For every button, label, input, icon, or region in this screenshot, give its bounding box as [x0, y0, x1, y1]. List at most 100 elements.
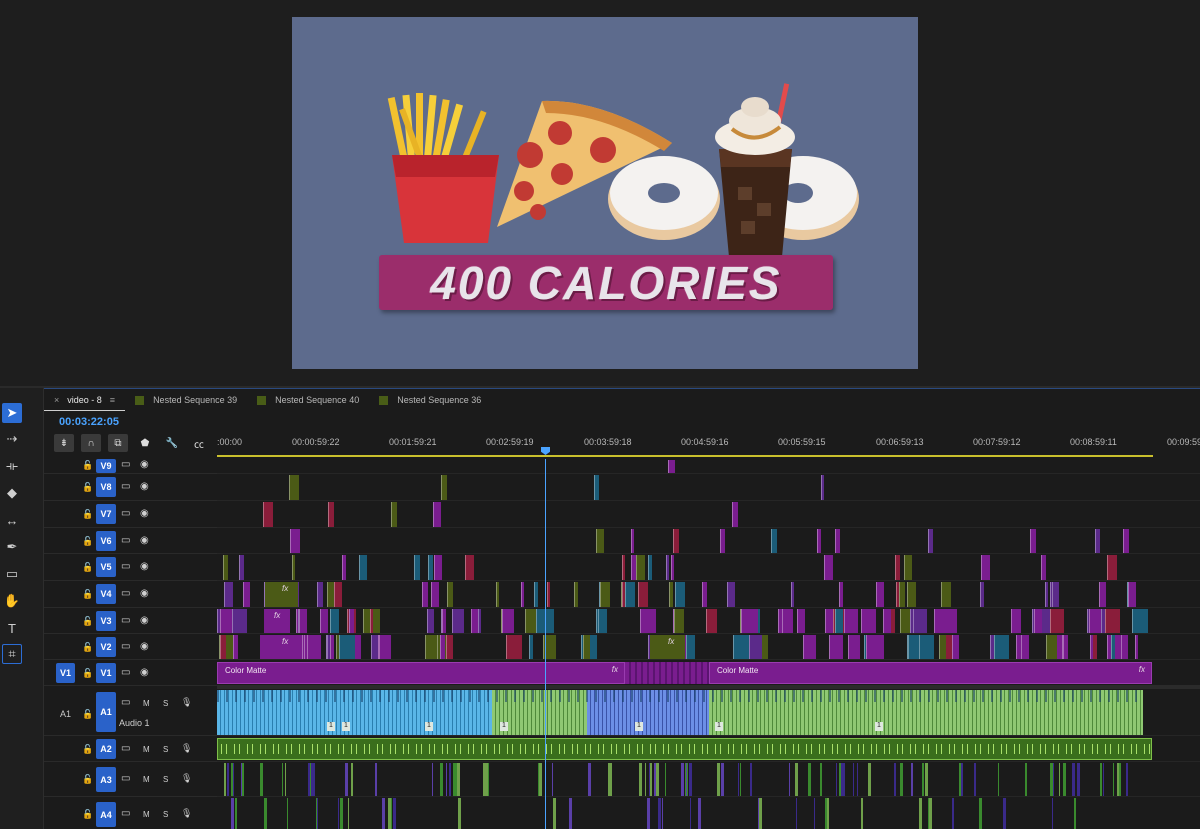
- clip-audio[interactable]: [814, 798, 815, 829]
- clip-audio[interactable]: [227, 763, 229, 796]
- clip-audio[interactable]: [645, 763, 646, 796]
- clip-audio[interactable]: [912, 763, 913, 796]
- clip-video[interactable]: [233, 635, 238, 659]
- clip-nested[interactable]: fx: [650, 635, 685, 659]
- clip-video[interactable]: [674, 609, 684, 633]
- clip-audio[interactable]: [432, 763, 433, 796]
- clip-audio[interactable]: [317, 798, 318, 829]
- clip-video[interactable]: [574, 582, 578, 607]
- clip-audio[interactable]: [894, 763, 896, 796]
- clip-audio[interactable]: [287, 798, 288, 829]
- clip-video[interactable]: [844, 609, 858, 633]
- clip-video[interactable]: [1021, 635, 1027, 659]
- clip-video[interactable]: [686, 635, 695, 659]
- clip-audio[interactable]: [974, 763, 976, 796]
- clip-audio[interactable]: [458, 798, 461, 829]
- track-target-a1[interactable]: A1: [96, 692, 116, 732]
- sync-lock-icon[interactable]: ▭: [121, 508, 130, 519]
- lock-icon[interactable]: 🔓: [82, 562, 93, 573]
- clip-video[interactable]: [895, 555, 900, 580]
- clip-video[interactable]: [1107, 555, 1117, 580]
- clip-video[interactable]: [981, 555, 990, 580]
- clip-video[interactable]: [391, 502, 397, 527]
- eye-icon[interactable]: ◉: [140, 667, 149, 678]
- clip-audio[interactable]: [1078, 763, 1079, 796]
- clip-audio[interactable]: [345, 763, 348, 796]
- clip-video[interactable]: [502, 609, 514, 633]
- sync-lock-icon[interactable]: ▭: [121, 615, 130, 626]
- sync-lock-icon[interactable]: ▭: [121, 588, 130, 599]
- clip-audio[interactable]: [1003, 798, 1006, 829]
- menu-icon[interactable]: ≡: [110, 395, 115, 405]
- tab-video-8[interactable]: × video - 8 ≡: [44, 389, 126, 411]
- clip-audio[interactable]: [998, 763, 999, 796]
- clip-audio[interactable]: [920, 798, 922, 829]
- clip-video[interactable]: [848, 635, 860, 659]
- add-marker-icon[interactable]: ⬟: [135, 434, 155, 452]
- clip-video[interactable]: [521, 582, 524, 607]
- clip-video[interactable]: [465, 555, 474, 580]
- lock-icon[interactable]: 🔓: [82, 668, 93, 679]
- clip-video[interactable]: [427, 609, 434, 633]
- clip-audio[interactable]: [264, 798, 267, 829]
- clip-video[interactable]: [1011, 609, 1021, 633]
- solo-button[interactable]: S: [163, 775, 168, 784]
- clip-audio[interactable]: [457, 763, 460, 796]
- clip-video[interactable]: [290, 529, 300, 553]
- clip-audio[interactable]: [698, 798, 701, 829]
- clip-audio[interactable]: [647, 798, 650, 829]
- clip-audio[interactable]: [868, 763, 871, 796]
- clip-video[interactable]: [1128, 582, 1136, 607]
- clip-video[interactable]: [339, 635, 355, 659]
- clip-video[interactable]: [220, 635, 226, 659]
- lock-icon[interactable]: 🔓: [82, 509, 93, 520]
- clip-video[interactable]: [359, 555, 367, 580]
- eye-icon[interactable]: ◉: [140, 481, 149, 492]
- clip-video[interactable]: [506, 635, 522, 659]
- clip-audio[interactable]: [1100, 763, 1102, 796]
- clip-audio[interactable]: [351, 763, 353, 796]
- clip-audio[interactable]: [639, 763, 642, 796]
- clip-audio[interactable]: [738, 763, 739, 796]
- clip-video[interactable]: [941, 582, 951, 607]
- clip-video[interactable]: [583, 635, 590, 659]
- clip-audio[interactable]: [483, 763, 485, 796]
- clip-video[interactable]: [1030, 529, 1036, 553]
- clip-audio[interactable]: [1074, 763, 1075, 796]
- mute-button[interactable]: M: [143, 745, 150, 754]
- eye-icon[interactable]: ◉: [140, 561, 149, 572]
- clip-audio[interactable]: [235, 798, 237, 829]
- clip-video[interactable]: [334, 582, 342, 607]
- clip-audio[interactable]: [689, 763, 692, 796]
- clip-video[interactable]: [835, 529, 840, 553]
- clip-video[interactable]: fx: [264, 609, 290, 633]
- clip-video[interactable]: [220, 609, 232, 633]
- clip-video[interactable]: [422, 582, 428, 607]
- clip-video[interactable]: [939, 635, 946, 659]
- clip-video[interactable]: [1052, 582, 1059, 607]
- clip-video[interactable]: [866, 635, 884, 659]
- clip-video[interactable]: [1095, 529, 1100, 553]
- clip-audio[interactable]: [375, 763, 377, 796]
- clip-video[interactable]: [928, 529, 933, 553]
- track-area[interactable]: Color Matte fx Color Matte fx fx fx fx f…: [217, 459, 1200, 829]
- clip-video[interactable]: [317, 582, 323, 607]
- clip-video[interactable]: [446, 635, 453, 659]
- clip-video[interactable]: [835, 609, 843, 633]
- clip-audio[interactable]: [836, 763, 837, 796]
- clip-audio[interactable]: [681, 763, 684, 796]
- clip-video[interactable]: [239, 555, 244, 580]
- clip-audio[interactable]: [340, 798, 343, 829]
- clip-audio[interactable]: [721, 763, 724, 796]
- clip-audio[interactable]: [1113, 763, 1114, 796]
- clip-audio[interactable]: [686, 763, 687, 796]
- clip-video[interactable]: [817, 529, 821, 553]
- source-patch-v1[interactable]: V1: [56, 663, 75, 683]
- mute-button[interactable]: M: [143, 775, 150, 784]
- clip-video[interactable]: [428, 555, 433, 580]
- clip-video[interactable]: [600, 582, 610, 607]
- clip-video[interactable]: [320, 609, 328, 633]
- clip-audio[interactable]: [393, 798, 396, 829]
- track-target-v5[interactable]: V5: [96, 557, 116, 577]
- clip-audio[interactable]: [1025, 763, 1027, 796]
